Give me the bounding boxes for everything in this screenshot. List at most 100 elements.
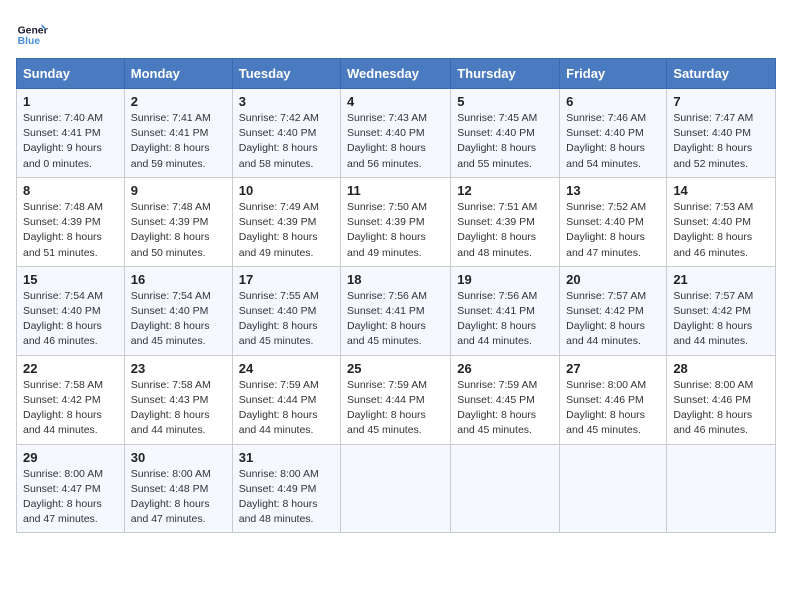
calendar-cell: 2 Sunrise: 7:41 AM Sunset: 4:41 PM Dayli… <box>124 89 232 178</box>
weekday-header-monday: Monday <box>124 59 232 89</box>
calendar-cell: 29 Sunrise: 8:00 AM Sunset: 4:47 PM Dayl… <box>17 444 125 533</box>
day-number: 17 <box>239 272 334 287</box>
calendar-cell: 24 Sunrise: 7:59 AM Sunset: 4:44 PM Dayl… <box>232 355 340 444</box>
day-number: 6 <box>566 94 660 109</box>
day-info: Sunrise: 7:57 AM Sunset: 4:42 PM Dayligh… <box>673 289 769 350</box>
day-number: 3 <box>239 94 334 109</box>
day-number: 13 <box>566 183 660 198</box>
day-info: Sunrise: 7:42 AM Sunset: 4:40 PM Dayligh… <box>239 111 334 172</box>
calendar-cell: 16 Sunrise: 7:54 AM Sunset: 4:40 PM Dayl… <box>124 266 232 355</box>
day-info: Sunrise: 7:48 AM Sunset: 4:39 PM Dayligh… <box>131 200 226 261</box>
calendar-cell: 28 Sunrise: 8:00 AM Sunset: 4:46 PM Dayl… <box>667 355 776 444</box>
day-number: 24 <box>239 361 334 376</box>
day-number: 2 <box>131 94 226 109</box>
calendar-cell: 15 Sunrise: 7:54 AM Sunset: 4:40 PM Dayl… <box>17 266 125 355</box>
calendar-cell: 7 Sunrise: 7:47 AM Sunset: 4:40 PM Dayli… <box>667 89 776 178</box>
day-info: Sunrise: 8:00 AM Sunset: 4:48 PM Dayligh… <box>131 467 226 528</box>
calendar-cell: 1 Sunrise: 7:40 AM Sunset: 4:41 PM Dayli… <box>17 89 125 178</box>
day-info: Sunrise: 8:00 AM Sunset: 4:49 PM Dayligh… <box>239 467 334 528</box>
day-info: Sunrise: 7:58 AM Sunset: 4:42 PM Dayligh… <box>23 378 118 439</box>
calendar-cell <box>560 444 667 533</box>
calendar-cell <box>451 444 560 533</box>
weekday-header-wednesday: Wednesday <box>341 59 451 89</box>
weekday-header-friday: Friday <box>560 59 667 89</box>
calendar-cell: 14 Sunrise: 7:53 AM Sunset: 4:40 PM Dayl… <box>667 177 776 266</box>
day-info: Sunrise: 7:47 AM Sunset: 4:40 PM Dayligh… <box>673 111 769 172</box>
day-info: Sunrise: 7:57 AM Sunset: 4:42 PM Dayligh… <box>566 289 660 350</box>
day-number: 22 <box>23 361 118 376</box>
day-number: 20 <box>566 272 660 287</box>
day-info: Sunrise: 7:54 AM Sunset: 4:40 PM Dayligh… <box>23 289 118 350</box>
day-number: 10 <box>239 183 334 198</box>
day-number: 8 <box>23 183 118 198</box>
weekday-header-thursday: Thursday <box>451 59 560 89</box>
day-number: 16 <box>131 272 226 287</box>
calendar-cell: 11 Sunrise: 7:50 AM Sunset: 4:39 PM Dayl… <box>341 177 451 266</box>
day-info: Sunrise: 7:54 AM Sunset: 4:40 PM Dayligh… <box>131 289 226 350</box>
day-info: Sunrise: 7:59 AM Sunset: 4:44 PM Dayligh… <box>347 378 444 439</box>
day-number: 12 <box>457 183 553 198</box>
day-number: 27 <box>566 361 660 376</box>
day-info: Sunrise: 7:40 AM Sunset: 4:41 PM Dayligh… <box>23 111 118 172</box>
day-info: Sunrise: 7:41 AM Sunset: 4:41 PM Dayligh… <box>131 111 226 172</box>
calendar-cell: 13 Sunrise: 7:52 AM Sunset: 4:40 PM Dayl… <box>560 177 667 266</box>
day-info: Sunrise: 7:51 AM Sunset: 4:39 PM Dayligh… <box>457 200 553 261</box>
day-info: Sunrise: 7:59 AM Sunset: 4:44 PM Dayligh… <box>239 378 334 439</box>
day-number: 4 <box>347 94 444 109</box>
calendar-cell: 9 Sunrise: 7:48 AM Sunset: 4:39 PM Dayli… <box>124 177 232 266</box>
calendar-cell: 21 Sunrise: 7:57 AM Sunset: 4:42 PM Dayl… <box>667 266 776 355</box>
weekday-header-saturday: Saturday <box>667 59 776 89</box>
calendar-table: SundayMondayTuesdayWednesdayThursdayFrid… <box>16 58 776 533</box>
day-number: 28 <box>673 361 769 376</box>
calendar-cell: 6 Sunrise: 7:46 AM Sunset: 4:40 PM Dayli… <box>560 89 667 178</box>
day-number: 26 <box>457 361 553 376</box>
calendar-cell: 20 Sunrise: 7:57 AM Sunset: 4:42 PM Dayl… <box>560 266 667 355</box>
day-info: Sunrise: 7:48 AM Sunset: 4:39 PM Dayligh… <box>23 200 118 261</box>
day-number: 19 <box>457 272 553 287</box>
day-number: 18 <box>347 272 444 287</box>
logo-icon: General Blue <box>16 16 48 48</box>
day-number: 11 <box>347 183 444 198</box>
day-number: 15 <box>23 272 118 287</box>
day-info: Sunrise: 8:00 AM Sunset: 4:46 PM Dayligh… <box>673 378 769 439</box>
calendar-cell <box>667 444 776 533</box>
calendar-cell: 18 Sunrise: 7:56 AM Sunset: 4:41 PM Dayl… <box>341 266 451 355</box>
day-info: Sunrise: 7:52 AM Sunset: 4:40 PM Dayligh… <box>566 200 660 261</box>
day-number: 9 <box>131 183 226 198</box>
calendar-cell: 30 Sunrise: 8:00 AM Sunset: 4:48 PM Dayl… <box>124 444 232 533</box>
calendar-cell: 31 Sunrise: 8:00 AM Sunset: 4:49 PM Dayl… <box>232 444 340 533</box>
calendar-cell: 19 Sunrise: 7:56 AM Sunset: 4:41 PM Dayl… <box>451 266 560 355</box>
calendar-cell: 12 Sunrise: 7:51 AM Sunset: 4:39 PM Dayl… <box>451 177 560 266</box>
calendar-cell: 17 Sunrise: 7:55 AM Sunset: 4:40 PM Dayl… <box>232 266 340 355</box>
day-number: 25 <box>347 361 444 376</box>
day-number: 14 <box>673 183 769 198</box>
calendar-cell <box>341 444 451 533</box>
day-info: Sunrise: 8:00 AM Sunset: 4:47 PM Dayligh… <box>23 467 118 528</box>
calendar-cell: 4 Sunrise: 7:43 AM Sunset: 4:40 PM Dayli… <box>341 89 451 178</box>
day-info: Sunrise: 7:49 AM Sunset: 4:39 PM Dayligh… <box>239 200 334 261</box>
day-info: Sunrise: 8:00 AM Sunset: 4:46 PM Dayligh… <box>566 378 660 439</box>
day-info: Sunrise: 7:56 AM Sunset: 4:41 PM Dayligh… <box>347 289 444 350</box>
day-number: 29 <box>23 450 118 465</box>
day-number: 5 <box>457 94 553 109</box>
weekday-header-tuesday: Tuesday <box>232 59 340 89</box>
page-header: General Blue <box>16 16 776 48</box>
day-info: Sunrise: 7:58 AM Sunset: 4:43 PM Dayligh… <box>131 378 226 439</box>
day-number: 1 <box>23 94 118 109</box>
calendar-cell: 27 Sunrise: 8:00 AM Sunset: 4:46 PM Dayl… <box>560 355 667 444</box>
calendar-cell: 25 Sunrise: 7:59 AM Sunset: 4:44 PM Dayl… <box>341 355 451 444</box>
day-info: Sunrise: 7:50 AM Sunset: 4:39 PM Dayligh… <box>347 200 444 261</box>
calendar-cell: 3 Sunrise: 7:42 AM Sunset: 4:40 PM Dayli… <box>232 89 340 178</box>
day-info: Sunrise: 7:56 AM Sunset: 4:41 PM Dayligh… <box>457 289 553 350</box>
calendar-cell: 5 Sunrise: 7:45 AM Sunset: 4:40 PM Dayli… <box>451 89 560 178</box>
svg-text:Blue: Blue <box>18 36 41 47</box>
weekday-header-sunday: Sunday <box>17 59 125 89</box>
day-number: 7 <box>673 94 769 109</box>
calendar-cell: 26 Sunrise: 7:59 AM Sunset: 4:45 PM Dayl… <box>451 355 560 444</box>
day-number: 21 <box>673 272 769 287</box>
day-number: 30 <box>131 450 226 465</box>
day-info: Sunrise: 7:43 AM Sunset: 4:40 PM Dayligh… <box>347 111 444 172</box>
calendar-cell: 10 Sunrise: 7:49 AM Sunset: 4:39 PM Dayl… <box>232 177 340 266</box>
day-info: Sunrise: 7:55 AM Sunset: 4:40 PM Dayligh… <box>239 289 334 350</box>
calendar-cell: 8 Sunrise: 7:48 AM Sunset: 4:39 PM Dayli… <box>17 177 125 266</box>
